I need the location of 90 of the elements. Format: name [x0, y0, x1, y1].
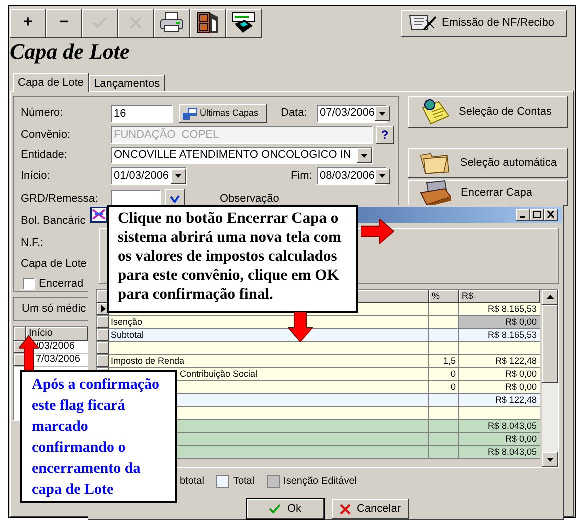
action-button[interactable]: Encerrar Capa	[408, 180, 568, 206]
table-cell: R$ 8.165,53	[459, 302, 540, 315]
scroll-pen-icon	[408, 14, 438, 32]
column-header: Início	[26, 327, 88, 341]
legend-label: btotal	[180, 474, 204, 489]
column-header: %	[429, 290, 459, 303]
toolbar-button[interactable]: +	[10, 8, 46, 38]
dropdown-button[interactable]	[375, 106, 390, 121]
toolbar-button[interactable]	[154, 8, 190, 38]
date-field[interactable]: 07/03/2006	[317, 104, 387, 122]
number-field[interactable]: 16	[111, 104, 173, 122]
field-label: Encerrad	[39, 276, 84, 292]
action-button[interactable]: Seleção automática	[408, 148, 568, 178]
date-field[interactable]: 08/03/2006	[317, 167, 387, 185]
table-cell: R$ 0,00	[459, 380, 540, 393]
table-cell: R$ 0,00	[459, 368, 540, 380]
door-icon	[196, 11, 220, 35]
table-cell: R$ 0,00	[459, 316, 540, 328]
dropdown-button[interactable]	[357, 148, 372, 163]
table-cell: 1,5	[429, 354, 459, 367]
arrow-icon	[288, 312, 313, 342]
field-label: Data:	[281, 106, 308, 122]
entity-select[interactable]: ONCOVILLE ATENDIMENTO ONCOLOGICO IN	[111, 147, 373, 164]
table-cell: R$ 0,00	[459, 432, 540, 445]
maximize-button[interactable]	[530, 208, 544, 221]
table-cell-text: 7/03/2006	[35, 354, 82, 366]
toolbar-label: +	[23, 13, 33, 33]
emit-invoice-button[interactable]: Emissão de NF/Recibo	[401, 10, 567, 36]
field-label: Início:	[21, 168, 52, 184]
single-doctor-label: Um só médic	[22, 302, 86, 317]
arrow-icon	[361, 219, 394, 244]
row-header[interactable]	[97, 328, 109, 341]
legend-label: Isenção Editável	[284, 474, 357, 489]
disk-icon	[231, 12, 257, 34]
row-header[interactable]	[97, 354, 109, 367]
column-header: R$	[459, 290, 540, 303]
printer-icon	[159, 12, 185, 34]
field-label: Número:	[21, 106, 64, 122]
scroll-thumb[interactable]	[542, 304, 558, 383]
close-icon	[340, 504, 351, 514]
date-field[interactable]: 01/03/2006	[111, 167, 187, 185]
field-label: Fim:	[291, 168, 314, 184]
table-cell: 0	[429, 368, 459, 380]
table-cell: R$ 122,48	[459, 354, 540, 367]
toolbar-label: −	[59, 13, 69, 33]
table-cell: Imposto de Renda	[109, 354, 429, 367]
maximize-icon	[533, 211, 541, 218]
field-label: N.F.:	[21, 236, 44, 251]
field-label: Capa de Lote	[21, 257, 88, 272]
table-cell: R$ 8.165,53	[459, 328, 540, 341]
table-cell: 0	[429, 380, 459, 393]
cancel-button[interactable]: Cancelar	[332, 499, 409, 519]
caret-icon	[175, 174, 182, 178]
table-cell: R$ 8.043,05	[459, 446, 540, 458]
field-label: Convênio:	[21, 128, 72, 143]
page-title: Capa de Lote	[9, 39, 131, 65]
callout-text: Clique no botão Encerrar Capa o sistema abrirá uma nova tela com os valores de impostos calculados para este convênio, clique em OK para confirmação final.	[118, 209, 342, 304]
close-button[interactable]	[544, 208, 558, 221]
caret-icon	[379, 174, 386, 178]
field-label: Entidade:	[21, 148, 68, 164]
caret-icon	[379, 112, 386, 116]
help-button[interactable]: ?	[376, 126, 394, 144]
row-header[interactable]	[97, 316, 109, 328]
field-label: Bol. Bancáric	[21, 214, 86, 230]
field-label: Observação	[220, 192, 280, 207]
check-icon	[269, 504, 282, 514]
scroll-up-icon	[546, 295, 554, 300]
field-label: GRD/Remessa:	[21, 192, 100, 207]
minimize-button[interactable]	[516, 208, 530, 221]
last-covers-button[interactable]: Últimas Capas	[179, 104, 267, 123]
closed-checkbox[interactable]	[23, 278, 35, 290]
dropdown-button[interactable]	[375, 168, 390, 184]
row-header[interactable]	[97, 342, 109, 354]
scroll-down-icon	[546, 458, 554, 462]
check-icon	[170, 195, 180, 203]
ok-button[interactable]: Ok	[247, 499, 324, 519]
legend-label: Total	[233, 474, 255, 489]
tab[interactable]: Capa de Lote	[13, 73, 90, 92]
tab[interactable]: Lançamentos	[89, 75, 166, 91]
toolbar-button[interactable]	[190, 8, 226, 38]
scrollbar[interactable]	[542, 290, 558, 468]
caret-icon	[361, 154, 368, 158]
windows-icon	[183, 108, 197, 120]
toolbar-button[interactable]	[226, 8, 262, 38]
toolbar-button[interactable]: −	[46, 8, 82, 38]
close-icon	[547, 211, 555, 218]
dropdown-button[interactable]	[171, 168, 186, 184]
table-cell: R$ 122,48	[459, 394, 540, 406]
action-button[interactable]: Seleção de Contas	[408, 96, 568, 128]
table-cell: R$ 8.043,05	[459, 420, 540, 432]
